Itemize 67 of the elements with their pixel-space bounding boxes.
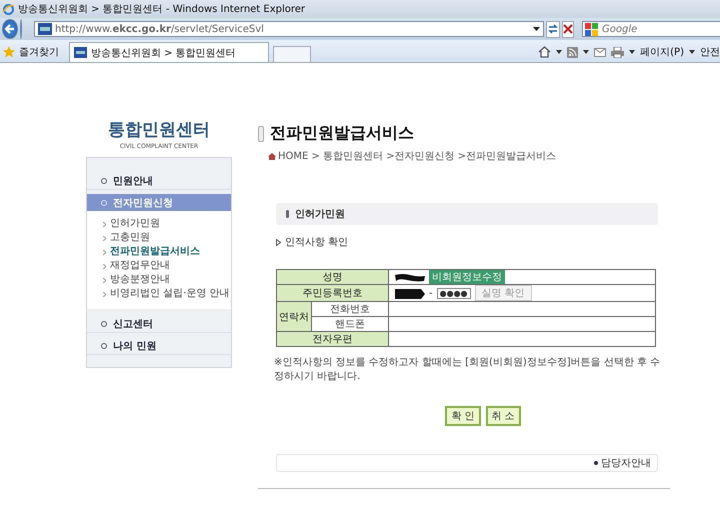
subsection-title: 인적사항 확인 <box>285 236 348 249</box>
submenu-item[interactable]: 인허가민원 <box>103 217 231 231</box>
chevron-icon <box>103 292 106 296</box>
table-header-cell: 전화번호 <box>312 302 388 316</box>
table-header-cell: 성명 <box>276 270 388 284</box>
rss-feed-icon[interactable] <box>567 46 578 58</box>
page-menu[interactable]: 페이지(P) <box>640 45 684 59</box>
redaction-mark <box>395 272 425 282</box>
table-header-cell: 전자우편 <box>276 332 388 346</box>
submenu-item[interactable]: 비영리법인 설립·운영 안내 <box>103 287 231 301</box>
bullet-icon <box>594 461 598 465</box>
submenu-item[interactable]: 전파민원발급서비스 <box>103 245 231 259</box>
id-dash: - <box>429 288 433 298</box>
breadcrumb: HOME > 통합민원센터 >전자민원신청 >전파민원발급서비스 <box>278 150 556 163</box>
chevron-icon <box>103 264 106 268</box>
page-title: 전파민원발급서비스 <box>270 123 414 144</box>
note-text: ※인적사항의 정보를 수정하고자 할때에는 [회원(비회원)정보수정]버튼을 선택한 후 수정하시기 바랍니다. <box>274 356 662 384</box>
submenu-item[interactable]: 방송분쟁안내 <box>103 273 231 287</box>
dropdown-arrow-icon[interactable] <box>629 50 636 54</box>
title-marker-icon <box>258 126 264 142</box>
submenu-item[interactable]: 재정업무안내 <box>103 259 231 273</box>
section-header: 인허가민원 <box>276 203 658 225</box>
home-icon <box>268 152 276 160</box>
back-button[interactable] <box>2 19 18 39</box>
address-field[interactable]: http://www.ekcc.go.kr/servlet/ServiceSvl <box>34 21 544 37</box>
home-icon[interactable] <box>538 46 552 58</box>
site-logo[interactable]: 통합민원센터 <box>108 118 210 141</box>
staff-info-link[interactable]: 담당자안내 <box>601 456 651 470</box>
email-field[interactable] <box>388 332 656 346</box>
triangle-icon <box>276 238 281 246</box>
cancel-button[interactable]: 취 소 <box>486 406 521 426</box>
sidebar-item[interactable]: 나의 민원 <box>87 337 231 355</box>
dropdown-arrow-icon[interactable] <box>556 50 562 54</box>
chevron-icon <box>103 222 106 226</box>
mail-icon[interactable] <box>594 48 606 56</box>
dropdown-arrow-icon[interactable] <box>583 50 590 54</box>
stop-button[interactable] <box>562 20 574 38</box>
chevron-icon <box>103 250 106 254</box>
browser-logo-icon <box>2 2 15 16</box>
site-favicon-icon <box>74 47 87 58</box>
site-favicon-icon <box>38 23 52 35</box>
table-header-cell: 주민등록번호 <box>276 284 388 302</box>
sidebar-item[interactable]: 신고센터 <box>87 315 231 333</box>
dropdown-arrow-icon[interactable] <box>533 27 540 31</box>
chevron-icon <box>103 278 106 282</box>
dropdown-arrow-icon[interactable] <box>689 50 695 54</box>
redaction-mark <box>395 288 425 298</box>
chevron-icon <box>103 236 106 240</box>
refresh-button[interactable] <box>546 20 560 38</box>
back-arrow-icon <box>3 22 17 36</box>
browser-tab[interactable]: 방송통신위원회 > 통합민원센터 <box>69 42 269 62</box>
close-icon <box>563 24 573 34</box>
window-title: 방송통신위원회 > 통합민원센터 - Windows Internet Explorer <box>18 3 306 16</box>
submenu-item[interactable]: 고충민원 <box>103 231 231 245</box>
table-header-cell: 연락처 <box>276 302 312 332</box>
search-field[interactable]: Google <box>582 21 720 37</box>
safety-menu[interactable]: 안전 <box>700 45 720 59</box>
mobile-field[interactable] <box>388 316 656 332</box>
phone-field[interactable] <box>388 302 656 316</box>
refresh-icon <box>547 23 559 35</box>
confirm-button[interactable]: 확 인 <box>445 406 480 426</box>
star-icon <box>3 46 15 58</box>
favorites-button[interactable]: 즐겨찾기 <box>3 42 65 62</box>
sidebar-item[interactable]: 민원안내 <box>87 172 231 190</box>
table-header-cell: 핸드폰 <box>312 316 388 332</box>
printer-icon[interactable] <box>611 46 624 58</box>
id-input-field[interactable]: ●●●● <box>436 288 471 298</box>
